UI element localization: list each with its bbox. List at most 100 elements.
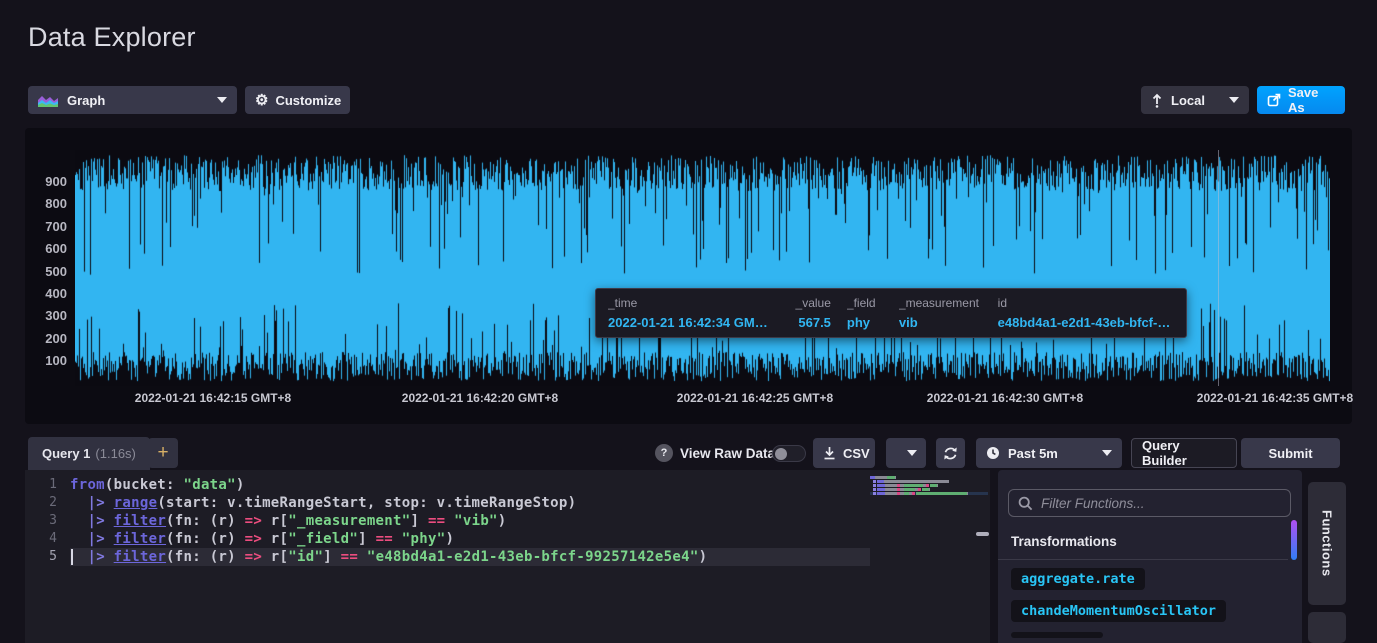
time-series-chart[interactable] bbox=[75, 150, 1330, 386]
line-numbers: 12345 bbox=[25, 476, 70, 566]
line-number: 4 bbox=[25, 530, 70, 548]
graph-type-icon bbox=[38, 94, 58, 107]
gear-icon: ⚙ bbox=[255, 91, 268, 109]
toggle-knob bbox=[775, 448, 787, 460]
add-query-button[interactable]: + bbox=[148, 438, 178, 468]
minimap-line bbox=[870, 476, 988, 479]
refresh-button[interactable] bbox=[936, 438, 965, 468]
csv-download-button[interactable]: CSV bbox=[813, 438, 875, 468]
clock-icon bbox=[986, 446, 1000, 460]
line-number: 3 bbox=[25, 512, 70, 530]
x-tick-label: 2022-01-21 16:42:25 GMT+8 bbox=[677, 391, 833, 405]
line-number: 2 bbox=[25, 494, 70, 512]
data-explorer-screen: Data Explorer Graph ⚙ Customize Local bbox=[0, 0, 1377, 643]
x-tick-label: 2022-01-21 16:42:30 GMT+8 bbox=[927, 391, 1083, 405]
customize-label: Customize bbox=[275, 93, 341, 108]
function-item[interactable]: aggregate.rate bbox=[1011, 568, 1145, 590]
submit-button[interactable]: Submit bbox=[1241, 438, 1340, 468]
local-label: Local bbox=[1171, 93, 1205, 108]
flux-code-editor[interactable]: 12345 from(bucket: "data") |> range(star… bbox=[25, 470, 990, 643]
tooltip-column: _value 567.5 bbox=[786, 296, 831, 330]
customize-button[interactable]: ⚙ Customize bbox=[245, 86, 350, 114]
query-bar: Query 1 (1.16s) + ? View Raw Data CSV bbox=[0, 437, 1377, 470]
tooltip-value: vib bbox=[899, 315, 982, 330]
graph-panel: 100 200 300 400 500 600 700 800 900 2022-01-21 1… bbox=[25, 128, 1352, 424]
query-builder-button[interactable]: Query Builder bbox=[1131, 438, 1237, 468]
query-tab-label: Query 1 bbox=[42, 446, 90, 461]
query-tab[interactable]: Query 1 (1.16s) bbox=[28, 437, 150, 470]
hover-crosshair bbox=[1218, 150, 1219, 386]
help-icon[interactable]: ? bbox=[655, 444, 673, 462]
function-item[interactable]: chandeMomentumOscillator bbox=[1011, 600, 1226, 622]
csv-label: CSV bbox=[843, 446, 870, 461]
view-raw-data-label: View Raw Data bbox=[680, 446, 775, 461]
submit-label: Submit bbox=[1268, 446, 1312, 461]
view-raw-data-toggle[interactable] bbox=[772, 445, 806, 462]
code-line: from(bucket: "data") bbox=[70, 476, 870, 494]
filter-functions-input[interactable] bbox=[1008, 489, 1291, 517]
tab-secondary-partial[interactable] bbox=[1308, 612, 1346, 643]
tooltip-header: _time bbox=[608, 296, 770, 310]
line-number: 5 bbox=[25, 548, 70, 566]
query-builder-label: Query Builder bbox=[1142, 438, 1226, 468]
overview-ruler-marker[interactable] bbox=[976, 532, 989, 536]
tooltip-value: phy bbox=[847, 315, 883, 330]
tooltip-header: _measurement bbox=[899, 296, 982, 310]
code-area[interactable]: from(bucket: "data") |> range(start: v.t… bbox=[70, 476, 870, 566]
chevron-down-icon bbox=[907, 450, 917, 456]
tooltip-column: _fieldphy bbox=[847, 296, 883, 330]
x-tick-label: 2022-01-21 16:42:15 GMT+8 bbox=[135, 391, 291, 405]
tooltip-column: _measurementvib bbox=[899, 296, 982, 330]
transformations-header: Transformations bbox=[1011, 534, 1117, 549]
minimap-line bbox=[870, 492, 988, 495]
minimap-line bbox=[870, 480, 988, 483]
chevron-down-icon bbox=[1102, 450, 1112, 456]
time-range-label: Past 5m bbox=[1008, 446, 1058, 461]
code-line: |> range(start: v.timeRangeStart, stop: … bbox=[70, 494, 870, 512]
tooltip-value: 567.5 bbox=[786, 315, 831, 330]
y-tick-label: 800 bbox=[25, 196, 67, 211]
view-type-label: Graph bbox=[67, 93, 105, 108]
code-line: |> filter(fn: (r) => r["_measurement"] =… bbox=[70, 512, 870, 530]
view-type-dropdown[interactable]: Graph bbox=[28, 86, 237, 114]
y-tick-label: 400 bbox=[25, 286, 67, 301]
tooltip-column: ide48bd4a1-e2d1-43eb-bfcf-992... bbox=[998, 296, 1174, 330]
y-tick-label: 200 bbox=[25, 331, 67, 346]
tab-functions[interactable]: Functions bbox=[1308, 482, 1346, 605]
upload-icon bbox=[1151, 93, 1163, 108]
editor-minimap[interactable] bbox=[870, 476, 988, 496]
y-tick-label: 900 bbox=[25, 174, 67, 189]
x-tick-label: 2022-01-21 16:42:35 GMT+8 bbox=[1197, 391, 1353, 405]
function-item-partial[interactable] bbox=[1011, 632, 1103, 638]
hover-tooltip: _time 2022-01-21 16:42:34 GMT+8 _value 567.… bbox=[595, 288, 1187, 338]
refresh-icon bbox=[943, 446, 958, 461]
tooltip-header: id bbox=[998, 296, 1174, 310]
save-as-label: Save As bbox=[1288, 85, 1335, 115]
time-range-dropdown[interactable]: Past 5m bbox=[976, 438, 1122, 468]
minimap-line bbox=[870, 484, 988, 487]
page-title: Data Explorer bbox=[28, 22, 196, 53]
pause-button[interactable] bbox=[886, 438, 926, 468]
tooltip-value: 2022-01-21 16:42:34 GMT+8 bbox=[608, 315, 770, 330]
download-icon bbox=[823, 446, 836, 460]
save-as-button[interactable]: Save As bbox=[1257, 86, 1345, 114]
functions-list: aggregate.rate chandeMomentumOscillator bbox=[1011, 568, 1226, 638]
code-line: |> filter(fn: (r) => r["_field"] == "phy… bbox=[70, 530, 870, 548]
y-tick-label: 600 bbox=[25, 241, 67, 256]
local-dropdown[interactable]: Local bbox=[1141, 86, 1249, 114]
scrollbar-thumb[interactable] bbox=[1291, 520, 1297, 560]
functions-panel: Transformations aggregate.rate chandeMome… bbox=[998, 470, 1302, 643]
x-tick-label: 2022-01-21 16:42:20 GMT+8 bbox=[402, 391, 558, 405]
divider bbox=[998, 559, 1288, 560]
tooltip-header: _field bbox=[847, 296, 883, 310]
tooltip-column: _time 2022-01-21 16:42:34 GMT+8 bbox=[608, 296, 770, 330]
tooltip-header: _value bbox=[786, 296, 831, 310]
y-tick-label: 500 bbox=[25, 264, 67, 279]
code-line: |> filter(fn: (r) => r["id"] == "e48bd4a… bbox=[70, 548, 870, 566]
y-tick-label: 700 bbox=[25, 219, 67, 234]
minimap-line bbox=[870, 488, 988, 491]
y-tick-label: 100 bbox=[25, 353, 67, 368]
line-number: 1 bbox=[25, 476, 70, 494]
y-tick-label: 300 bbox=[25, 308, 67, 323]
chevron-down-icon bbox=[217, 97, 227, 103]
